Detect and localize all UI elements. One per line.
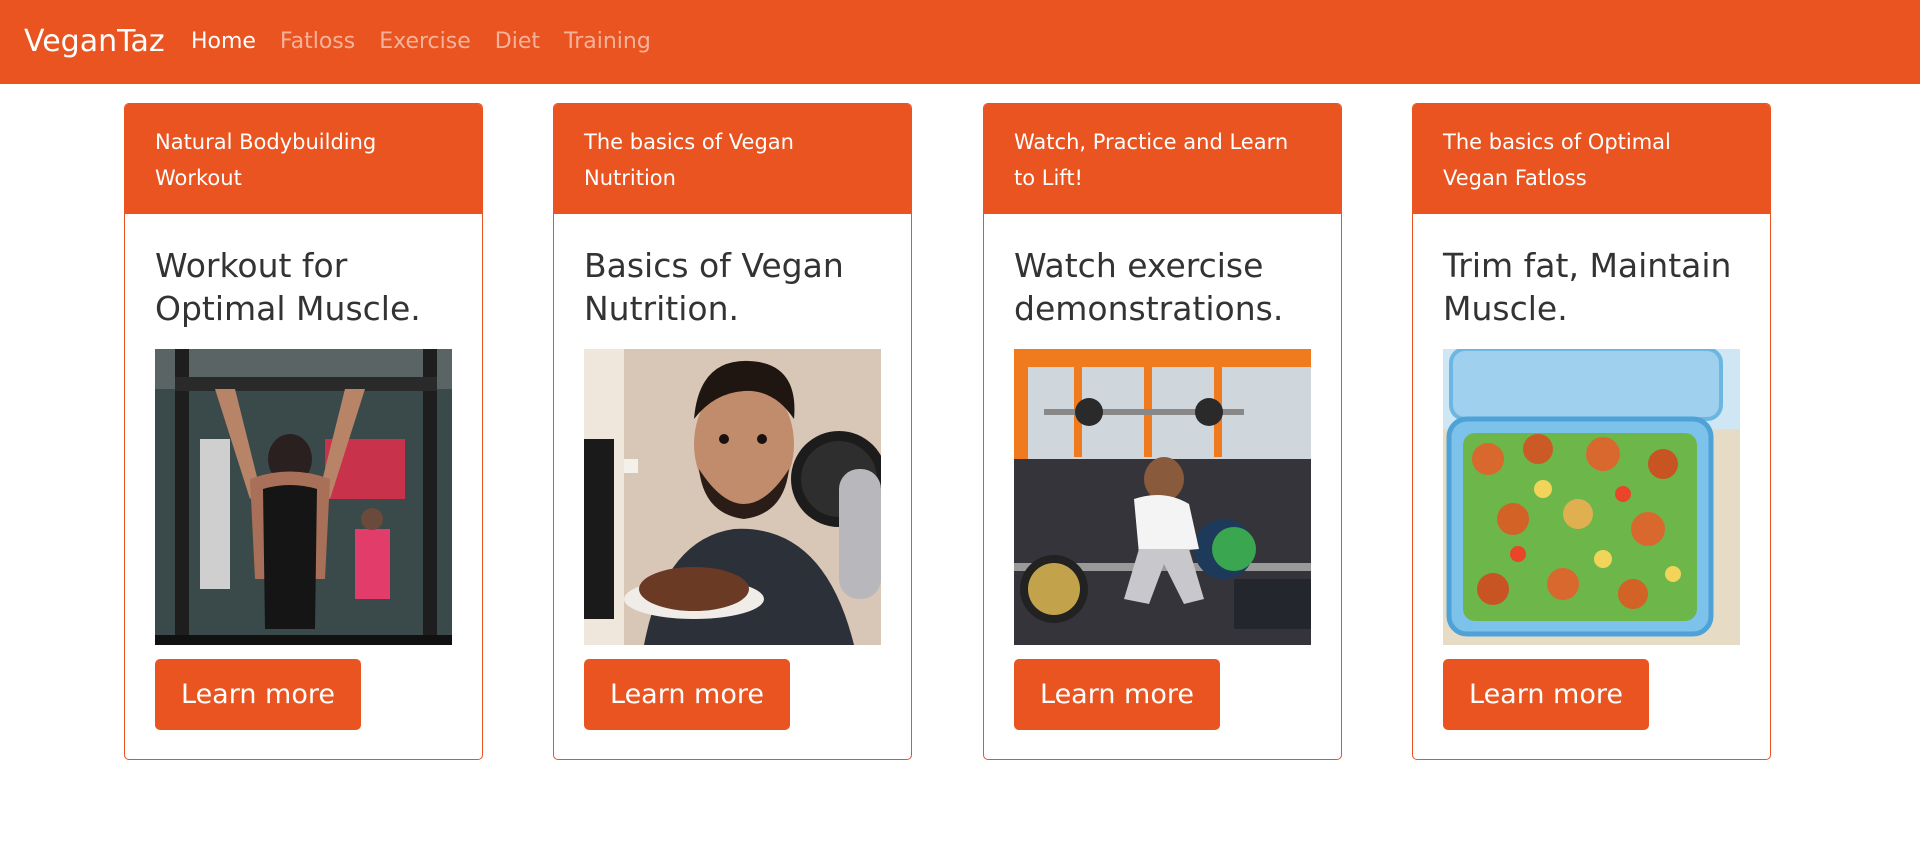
card-workout: Natural Bodybuilding Workout Workout for… (124, 103, 483, 760)
card-nutrition: The basics of Vegan Nutrition Basics of … (553, 103, 912, 760)
card-exercise: Watch, Practice and Learn to Lift! Watch… (983, 103, 1342, 760)
man-deadlifting-in-gym-photo (1014, 349, 1311, 645)
card-header: The basics of Optimal Vegan Fatloss (1413, 104, 1770, 214)
learn-more-button[interactable]: Learn more (584, 659, 790, 730)
learn-more-button[interactable]: Learn more (155, 659, 361, 730)
card-title: Basics of Vegan Nutrition. (584, 246, 844, 328)
card-fatloss: The basics of Optimal Vegan Fatloss Trim… (1412, 103, 1771, 760)
vegan-meal-prep-box-photo (1443, 349, 1740, 645)
card-title: Workout for Optimal Muscle. (155, 246, 421, 328)
card-title: Trim fat, Maintain Muscle. (1443, 246, 1732, 328)
learn-more-button[interactable]: Learn more (1014, 659, 1220, 730)
card-grid: Natural Bodybuilding Workout Workout for… (0, 0, 1920, 846)
man-with-plate-and-microphone-photo (584, 349, 881, 645)
man-doing-pullups-photo (155, 349, 452, 645)
card-title: Watch exercise demonstrations. (1014, 246, 1284, 328)
card-header: Natural Bodybuilding Workout (125, 104, 482, 214)
learn-more-button[interactable]: Learn more (1443, 659, 1649, 730)
card-header: Watch, Practice and Learn to Lift! (984, 104, 1341, 214)
card-header: The basics of Vegan Nutrition (554, 104, 911, 214)
